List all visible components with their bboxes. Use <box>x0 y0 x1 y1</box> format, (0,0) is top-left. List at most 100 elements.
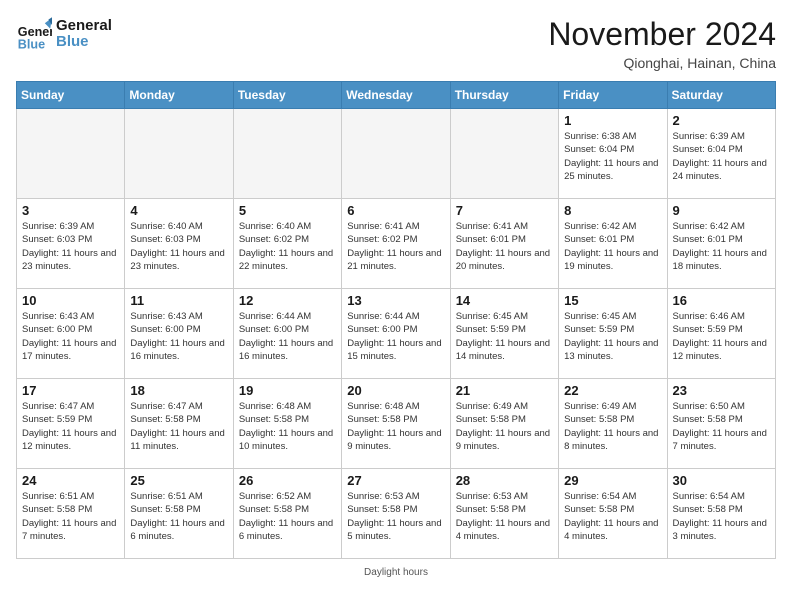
day-headers: SundayMondayTuesdayWednesdayThursdayFrid… <box>17 82 776 109</box>
calendar-cell <box>450 109 558 199</box>
header: General Blue General Blue November 2024 … <box>16 16 776 71</box>
calendar-cell: 11 Sunrise: 6:43 AMSunset: 6:00 PMDayligh… <box>125 289 233 379</box>
logo-general: General <box>56 18 112 35</box>
calendar-week-4: 17Sunrise: 6:47 AMSunset: 5:59 PMDayligh… <box>17 379 776 469</box>
day-number: 19 <box>239 383 336 398</box>
day-number: 12 <box>239 293 336 308</box>
calendar-cell: 22 Sunrise: 6:49 AMSunset: 5:58 PMDayligh… <box>559 379 667 469</box>
day-detail: Sunrise: 6:39 AMSunset: 6:04 PMDaylight:… <box>673 130 770 183</box>
day-number: 10 <box>22 293 119 308</box>
calendar-cell: 15 Sunrise: 6:45 AMSunset: 5:59 PMDayligh… <box>559 289 667 379</box>
day-detail: Sunrise: 6:44 AMSunset: 6:00 PMDaylight:… <box>347 310 444 363</box>
calendar-cell: 18Sunrise: 6:47 AMSunset: 5:58 PMDayligh… <box>125 379 233 469</box>
day-number: 15 <box>564 293 661 308</box>
calendar-cell: 13 Sunrise: 6:44 AMSunset: 6:00 PMDayligh… <box>342 289 450 379</box>
calendar-cell: 28 Sunrise: 6:53 AMSunset: 5:58 PMDayligh… <box>450 469 558 559</box>
day-detail: Sunrise: 6:42 AMSunset: 6:01 PMDaylight:… <box>564 220 661 273</box>
month-title: November 2024 <box>548 16 776 53</box>
calendar-cell: 21Sunrise: 6:49 AMSunset: 5:58 PMDayligh… <box>450 379 558 469</box>
day-header-wednesday: Wednesday <box>342 82 450 109</box>
day-detail: Sunrise: 6:39 AMSunset: 6:03 PMDaylight:… <box>22 220 119 273</box>
day-number: 28 <box>456 473 553 488</box>
day-number: 4 <box>130 203 227 218</box>
calendar-cell: 5 Sunrise: 6:40 AMSunset: 6:02 PMDaylight… <box>233 199 341 289</box>
calendar-cell: 14 Sunrise: 6:45 AMSunset: 5:59 PMDayligh… <box>450 289 558 379</box>
calendar-cell: 9 Sunrise: 6:42 AMSunset: 6:01 PMDaylight… <box>667 199 775 289</box>
day-number: 17 <box>22 383 119 398</box>
calendar-cell <box>233 109 341 199</box>
day-number: 8 <box>564 203 661 218</box>
day-number: 25 <box>130 473 227 488</box>
day-header-thursday: Thursday <box>450 82 558 109</box>
logo: General Blue General Blue <box>16 16 112 52</box>
day-detail: Sunrise: 6:45 AMSunset: 5:59 PMDaylight:… <box>456 310 553 363</box>
day-number: 18 <box>130 383 227 398</box>
calendar-cell <box>125 109 233 199</box>
day-detail: Sunrise: 6:53 AMSunset: 5:58 PMDaylight:… <box>347 490 444 543</box>
day-number: 1 <box>564 113 661 128</box>
calendar-cell: 8 Sunrise: 6:42 AMSunset: 6:01 PMDaylight… <box>559 199 667 289</box>
day-number: 27 <box>347 473 444 488</box>
day-header-monday: Monday <box>125 82 233 109</box>
day-number: 24 <box>22 473 119 488</box>
day-number: 16 <box>673 293 770 308</box>
day-number: 9 <box>673 203 770 218</box>
calendar-week-5: 24Sunrise: 6:51 AMSunset: 5:58 PMDayligh… <box>17 469 776 559</box>
day-number: 13 <box>347 293 444 308</box>
day-detail: Sunrise: 6:41 AMSunset: 6:01 PMDaylight:… <box>456 220 553 273</box>
calendar-cell: 7Sunrise: 6:41 AMSunset: 6:01 PMDaylight… <box>450 199 558 289</box>
calendar-cell: 3 Sunrise: 6:39 AMSunset: 6:03 PMDaylight… <box>17 199 125 289</box>
day-detail: Sunrise: 6:43 AMSunset: 6:00 PMDaylight:… <box>22 310 119 363</box>
day-detail: Sunrise: 6:45 AMSunset: 5:59 PMDaylight:… <box>564 310 661 363</box>
day-detail: Sunrise: 6:54 AMSunset: 5:58 PMDaylight:… <box>673 490 770 543</box>
calendar-cell: 25Sunrise: 6:51 AMSunset: 5:58 PMDayligh… <box>125 469 233 559</box>
calendar-cell <box>342 109 450 199</box>
calendar-cell: 6 Sunrise: 6:41 AMSunset: 6:02 PMDaylight… <box>342 199 450 289</box>
day-detail: Sunrise: 6:48 AMSunset: 5:58 PMDaylight:… <box>347 400 444 453</box>
day-detail: Sunrise: 6:48 AMSunset: 5:58 PMDaylight:… <box>239 400 336 453</box>
calendar-cell: 17Sunrise: 6:47 AMSunset: 5:59 PMDayligh… <box>17 379 125 469</box>
calendar-week-1: 1Sunrise: 6:38 AMSunset: 6:04 PMDaylight… <box>17 109 776 199</box>
location: Qionghai, Hainan, China <box>548 55 776 71</box>
svg-text:Blue: Blue <box>18 37 45 51</box>
day-number: 29 <box>564 473 661 488</box>
calendar-cell: 30 Sunrise: 6:54 AMSunset: 5:58 PMDayligh… <box>667 469 775 559</box>
day-number: 11 <box>130 293 227 308</box>
day-detail: Sunrise: 6:53 AMSunset: 5:58 PMDaylight:… <box>456 490 553 543</box>
day-number: 3 <box>22 203 119 218</box>
title-block: November 2024 Qionghai, Hainan, China <box>548 16 776 71</box>
day-detail: Sunrise: 6:41 AMSunset: 6:02 PMDaylight:… <box>347 220 444 273</box>
day-header-saturday: Saturday <box>667 82 775 109</box>
day-detail: Sunrise: 6:46 AMSunset: 5:59 PMDaylight:… <box>673 310 770 363</box>
day-detail: Sunrise: 6:40 AMSunset: 6:03 PMDaylight:… <box>130 220 227 273</box>
calendar-cell: 23Sunrise: 6:50 AMSunset: 5:58 PMDayligh… <box>667 379 775 469</box>
day-number: 14 <box>456 293 553 308</box>
calendar-cell <box>17 109 125 199</box>
day-number: 6 <box>347 203 444 218</box>
day-number: 5 <box>239 203 336 218</box>
day-detail: Sunrise: 6:42 AMSunset: 6:01 PMDaylight:… <box>673 220 770 273</box>
calendar-cell: 10 Sunrise: 6:43 AMSunset: 6:00 PMDayligh… <box>17 289 125 379</box>
calendar-cell: 1Sunrise: 6:38 AMSunset: 6:04 PMDaylight… <box>559 109 667 199</box>
logo-blue: Blue <box>56 34 112 51</box>
day-number: 26 <box>239 473 336 488</box>
day-detail: Sunrise: 6:49 AMSunset: 5:58 PMDaylight:… <box>564 400 661 453</box>
calendar-cell: 26 Sunrise: 6:52 AMSunset: 5:58 PMDayligh… <box>233 469 341 559</box>
day-detail: Sunrise: 6:40 AMSunset: 6:02 PMDaylight:… <box>239 220 336 273</box>
day-number: 22 <box>564 383 661 398</box>
logo-icon: General Blue <box>16 16 52 52</box>
day-number: 30 <box>673 473 770 488</box>
calendar-cell: 2 Sunrise: 6:39 AMSunset: 6:04 PMDaylight… <box>667 109 775 199</box>
day-detail: Sunrise: 6:54 AMSunset: 5:58 PMDaylight:… <box>564 490 661 543</box>
day-header-tuesday: Tuesday <box>233 82 341 109</box>
day-detail: Sunrise: 6:50 AMSunset: 5:58 PMDaylight:… <box>673 400 770 453</box>
calendar-table: SundayMondayTuesdayWednesdayThursdayFrid… <box>16 81 776 559</box>
day-detail: Sunrise: 6:43 AMSunset: 6:00 PMDaylight:… <box>130 310 227 363</box>
day-detail: Sunrise: 6:52 AMSunset: 5:58 PMDaylight:… <box>239 490 336 543</box>
day-number: 2 <box>673 113 770 128</box>
day-detail: Sunrise: 6:49 AMSunset: 5:58 PMDaylight:… <box>456 400 553 453</box>
daylight-note: Daylight hours <box>16 567 776 578</box>
calendar-cell: 29 Sunrise: 6:54 AMSunset: 5:58 PMDayligh… <box>559 469 667 559</box>
calendar-cell: 12Sunrise: 6:44 AMSunset: 6:00 PMDayligh… <box>233 289 341 379</box>
day-number: 20 <box>347 383 444 398</box>
